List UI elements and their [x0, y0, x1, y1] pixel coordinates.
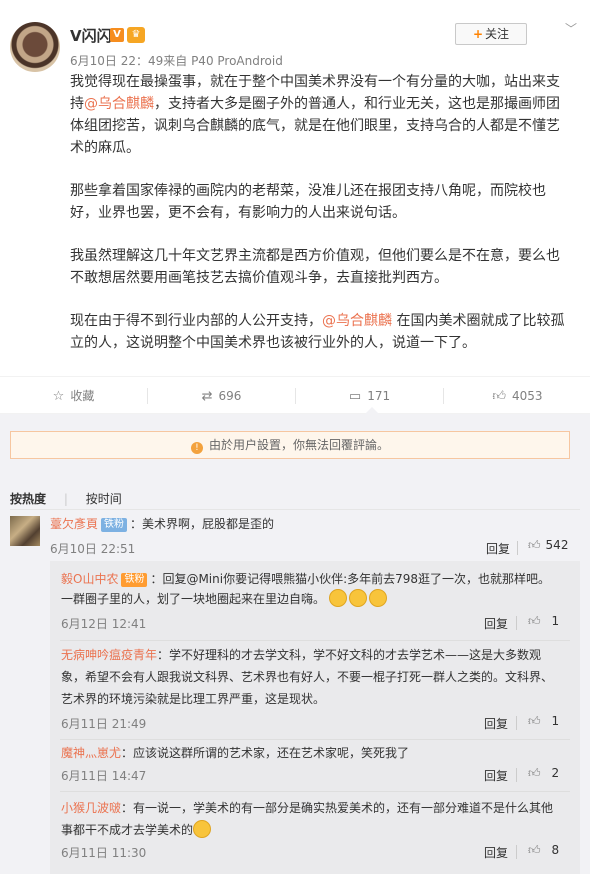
post-paragraph: 我虽然理解这几十年文艺界主流都是西方价值观，但他们要么是不在意，要么也不敢想居然… [70, 248, 560, 286]
comment-time: 6月10日 22:51 [50, 542, 136, 556]
reply-button[interactable]: 回复 [484, 767, 508, 784]
warning-icon: ! [190, 442, 203, 454]
post-action-bar: ☆ 收藏 ⇄ 696 ▭ 171 👍︎ 4053 [0, 376, 590, 414]
user-avatar[interactable] [10, 22, 60, 72]
divider [516, 768, 517, 782]
commenter-name[interactable]: 毅O山中农 [61, 572, 118, 586]
thumbs-up-icon: 👍︎ [528, 538, 541, 552]
favorite-button[interactable]: ☆ 收藏 [0, 377, 147, 415]
post-paragraph: 那些拿着国家俸禄的画院内的老帮菜，没准儿还在报团支持八角呢，而院校也好，业界也罢… [70, 183, 546, 221]
comment-text: 薹欠彥頁 铁粉 ：美术界啊，屁股都是歪的 [50, 517, 275, 532]
repost-button[interactable]: ⇄ 696 [148, 377, 295, 415]
star-icon: ☆ [52, 389, 65, 404]
divider [60, 640, 570, 641]
comment-like-button[interactable]: 👍︎ 2 [528, 766, 559, 781]
post-username[interactable]: V闪闪 [70, 25, 112, 46]
mention-link[interactable]: @乌合麒麟 [84, 96, 154, 112]
commenter-name[interactable]: 魔神灬崽尤 [61, 746, 121, 760]
thumbs-up-icon: 👍︎ [528, 843, 541, 857]
reply-button[interactable]: 回复 [484, 615, 508, 632]
reply-button[interactable]: 回复 [484, 715, 508, 732]
comment-sort: 按热度 | 按时间 [10, 490, 136, 507]
member-crown-icon: ♛ [127, 27, 145, 43]
thumbs-up-icon: 👍︎ [528, 766, 541, 780]
follow-button[interactable]: + 关注 [455, 23, 527, 45]
comment-like-button[interactable]: 👍︎ 542 [528, 538, 568, 553]
sub-comment-text: 魔神灬崽尤：应该说这群所谓的艺术家，还在艺术家呢，笑死我了 [61, 746, 410, 760]
commenter-name[interactable]: 无病呻吟瘟疫青年 [61, 648, 157, 662]
sub-comment-text: 毅O山中农 铁粉 ：回复@Mini你要记得喂熊猫小伙伴:多年前去798逛了一次，也就… [61, 572, 551, 607]
commenter-name[interactable]: 小猴几波啵 [61, 801, 121, 815]
divider [516, 845, 517, 859]
fan-badge: 铁粉 [101, 518, 128, 532]
sort-by-time[interactable]: 按时间 [86, 492, 122, 506]
emoji-icon [368, 589, 387, 607]
comment-like-button[interactable]: 👍︎ 1 [528, 714, 559, 729]
emoji-icon [328, 589, 347, 607]
thumbs-up-icon: 👍︎ [492, 389, 507, 404]
fan-badge: 铁粉 [121, 573, 148, 587]
emoji-icon [348, 589, 367, 607]
chevron-down-icon[interactable]: ﹀ [565, 20, 579, 36]
divider [60, 791, 570, 792]
commenter-avatar[interactable] [10, 516, 40, 546]
thumbs-up-icon: 👍︎ [528, 614, 541, 628]
comment-like-button[interactable]: 👍︎ 8 [528, 843, 559, 858]
sort-by-hot[interactable]: 按热度 [10, 492, 46, 506]
comment-icon: ▭ [348, 389, 362, 404]
mention-link[interactable]: @乌合麒麟 [322, 313, 392, 329]
sub-comment-text: 小猴几波啵：有一说一，学美术的有一部分是确实热爱美术的，还有一部分难道不是什么其… [61, 801, 554, 838]
thumbs-up-icon: 👍︎ [528, 714, 541, 728]
reply-button[interactable]: 回复 [484, 844, 508, 861]
sub-comment-text: 无病呻吟瘟疫青年：学不好理科的才去学文科，学不好文科的才去学艺术——这是大多数观… [61, 648, 554, 706]
repost-icon: ⇄ [201, 389, 213, 404]
divider [10, 509, 580, 510]
like-button[interactable]: 👍︎ 4053 [444, 377, 590, 415]
commenter-name[interactable]: 薹欠彥頁 [50, 517, 98, 531]
post-paragraph: 我觉得现在最操蛋事，就在于整个中国美术界没有一个有分量的大咖，站出来支持@乌合麒… [70, 74, 560, 156]
post-meta: 6月10日 22：49来自 P40 ProAndroid [70, 54, 283, 68]
comment-time: 6月12日 12:41 [61, 617, 147, 631]
comment-like-button[interactable]: 👍︎ 1 [528, 614, 559, 629]
reply-button[interactable]: 回复 [486, 540, 510, 557]
emoji-icon [193, 820, 212, 838]
divider [60, 739, 570, 740]
post-body: 我觉得现在最操蛋事，就在于整个中国美术界没有一个有分量的大咖，站出来支持@乌合麒… [70, 71, 570, 375]
divider [516, 716, 517, 730]
divider [517, 541, 518, 555]
comment-time: 6月11日 11:30 [61, 846, 147, 860]
follow-label: 关注 [485, 27, 510, 41]
divider: | [63, 492, 68, 506]
reply-restricted-notice: ! 由於用户設置，你無法回覆評論。 [10, 431, 570, 459]
verified-badge-icon: V [110, 28, 124, 42]
comment-pointer [365, 407, 379, 414]
plus-icon: + [472, 27, 484, 41]
post-paragraph: 现在由于得不到行业内部的人公开支持，@乌合麒麟 在国内美术圈就成了比较孤立的人，… [70, 313, 565, 351]
comment-time: 6月11日 14:47 [61, 769, 147, 783]
comment-time: 6月11日 21:49 [61, 717, 147, 731]
divider [516, 616, 517, 630]
